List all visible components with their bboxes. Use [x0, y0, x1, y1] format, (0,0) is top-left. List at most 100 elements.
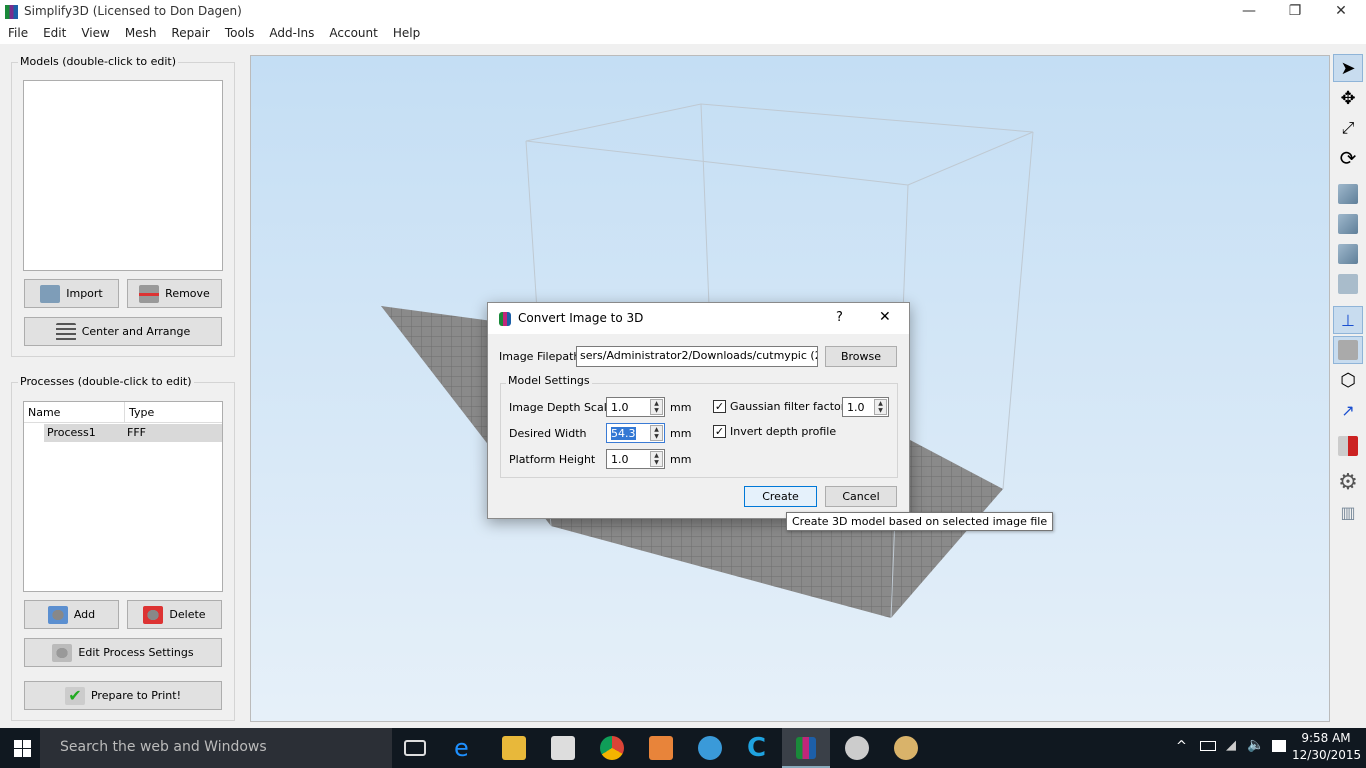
edit-process-settings-button[interactable]: Edit Process Settings [24, 638, 222, 667]
rotate-icon: ⟳ [1339, 146, 1357, 170]
wifi-icon[interactable]: ◢ [1226, 738, 1236, 753]
menu-edit[interactable]: Edit [35, 24, 73, 40]
dialog-close-button[interactable]: ✕ [879, 309, 891, 325]
invert-depth-label: Invert depth profile [730, 425, 837, 438]
clock-date[interactable]: 12/30/2015 [1292, 748, 1361, 762]
solid-toggle[interactable] [1333, 336, 1363, 364]
task-view-icon[interactable] [404, 740, 426, 756]
volume-icon[interactable]: 🔈 [1247, 737, 1264, 753]
menu-mesh[interactable]: Mesh [117, 24, 164, 40]
prepare-to-print-button[interactable]: ✔ Prepare to Print! [24, 681, 222, 710]
cancel-button[interactable]: Cancel [825, 486, 897, 507]
normal-arrow-icon: ↗ [1341, 400, 1355, 420]
arrange-icon [55, 322, 76, 341]
model-settings-title: Model Settings [506, 374, 592, 387]
wireframe-toggle[interactable]: ⬡ [1333, 366, 1363, 394]
settings-tool[interactable]: ⚙ [1333, 468, 1363, 496]
menu-view[interactable]: View [73, 24, 116, 40]
browse-button[interactable]: Browse [825, 346, 897, 367]
delete-process-button[interactable]: Delete [127, 600, 222, 629]
move-tool[interactable]: ✥ [1333, 84, 1363, 112]
gaussian-value: 1.0 [847, 401, 865, 414]
close-button[interactable]: ✕ [1318, 0, 1364, 24]
depth-scale-spinbox[interactable]: 1.0 ▲ ▼ [606, 397, 665, 417]
help-button[interactable]: ? [836, 310, 843, 325]
desired-width-label: Desired Width [509, 427, 587, 440]
edge-icon[interactable]: e [454, 736, 478, 760]
spin-arrows-icon[interactable]: ▲ ▼ [874, 399, 887, 415]
remove-icon [139, 284, 160, 303]
spin-arrows-icon[interactable]: ▲ ▼ [650, 451, 663, 467]
desired-width-spinbox[interactable]: 54.3 ▲ ▼ [606, 423, 665, 443]
view-top[interactable] [1333, 240, 1363, 268]
store-icon[interactable] [551, 736, 575, 760]
file-explorer-icon[interactable] [502, 736, 526, 760]
edit-label: Edit Process Settings [78, 646, 194, 659]
search-box[interactable]: Search the web and Windows [40, 728, 392, 768]
menu-file[interactable]: File [0, 24, 35, 40]
invert-depth-checkbox[interactable]: ✓ [713, 425, 726, 438]
select-tool[interactable]: ➤ [1333, 54, 1363, 82]
processes-table[interactable]: Name Type Process1 FFF [23, 401, 223, 592]
app-icon[interactable] [698, 736, 722, 760]
menu-tools[interactable]: Tools [217, 24, 262, 40]
menu-add-ins[interactable]: Add-Ins [261, 24, 321, 40]
clock-time[interactable]: 9:58 AM [1296, 731, 1356, 745]
filepath-input[interactable]: sers/Administrator2/Downloads/cutmypic (… [576, 346, 818, 367]
media-icon[interactable] [649, 736, 673, 760]
menu-bar: File Edit View Mesh Repair Tools Add-Ins Accoun… [0, 24, 1366, 44]
simplify3d-taskbar-button[interactable] [782, 728, 830, 768]
delete-label: Delete [169, 608, 206, 621]
normals-toggle[interactable]: ↗ [1333, 396, 1363, 424]
gaussian-spinbox[interactable]: 1.0 ▲ ▼ [842, 397, 889, 417]
view-side[interactable] [1333, 270, 1363, 298]
show-hidden-icons[interactable]: ^ [1176, 739, 1187, 754]
center-arrange-button[interactable]: Center and Arrange [24, 317, 222, 346]
rotate-tool[interactable]: ⟳ [1333, 144, 1363, 172]
spin-arrows-icon[interactable]: ▲ ▼ [650, 425, 663, 441]
table-row[interactable]: Process1 FFF [44, 424, 222, 442]
cross-section-tool[interactable] [1333, 432, 1363, 460]
paint-app-icon[interactable] [845, 736, 869, 760]
windows-start-icon[interactable] [14, 740, 31, 757]
cortana-c-icon[interactable]: C [747, 735, 771, 761]
minimize-button[interactable]: — [1226, 0, 1272, 24]
processes-title: Processes (double-click to edit) [18, 375, 194, 388]
prepare-label: Prepare to Print! [90, 689, 181, 702]
battery-icon[interactable] [1200, 741, 1216, 751]
chrome-icon[interactable] [600, 736, 624, 760]
col-type[interactable]: Type [124, 402, 158, 422]
create-button[interactable]: Create [744, 486, 817, 507]
gaussian-checkbox[interactable]: ✓ [713, 400, 726, 413]
import-button[interactable]: Import [24, 279, 119, 308]
dialog-title: Convert Image to 3D [518, 311, 644, 325]
dialog-titlebar: Convert Image to 3D ? ✕ [488, 303, 909, 334]
scale-tool[interactable]: ⤢ [1333, 114, 1363, 142]
spin-arrows-icon[interactable]: ▲ ▼ [650, 399, 663, 415]
menu-repair[interactable]: Repair [163, 24, 216, 40]
wireframe-cube-icon: ⬡ [1340, 369, 1356, 391]
menu-help[interactable]: Help [385, 24, 427, 40]
view-front[interactable] [1333, 210, 1363, 238]
title-bar: Simplify3D (Licensed to Don Dagen) — ❐ ✕ [0, 0, 1366, 24]
app-logo-icon [5, 5, 18, 19]
process-type: FFF [127, 426, 146, 439]
supports-tool[interactable]: ▥ [1333, 498, 1363, 526]
add-process-button[interactable]: Add [24, 600, 119, 629]
view-iso[interactable] [1333, 180, 1363, 208]
models-title: Models (double-click to edit) [18, 55, 179, 68]
menu-account[interactable]: Account [321, 24, 384, 40]
table-header: Name Type [24, 402, 222, 423]
supports-icon: ▥ [1340, 502, 1356, 522]
depth-value: 1.0 [611, 401, 629, 414]
axes-toggle[interactable]: ⊥ [1333, 306, 1363, 334]
remove-button[interactable]: Remove [127, 279, 222, 308]
col-name[interactable]: Name [28, 406, 60, 419]
notifications-icon[interactable] [1272, 740, 1286, 752]
paint-palette-icon[interactable] [894, 736, 918, 760]
center-label: Center and Arrange [81, 325, 191, 338]
models-list[interactable] [23, 80, 223, 271]
restore-button[interactable]: ❐ [1272, 0, 1318, 24]
width-value: 54.3 [611, 427, 636, 440]
platform-height-spinbox[interactable]: 1.0 ▲ ▼ [606, 449, 665, 469]
